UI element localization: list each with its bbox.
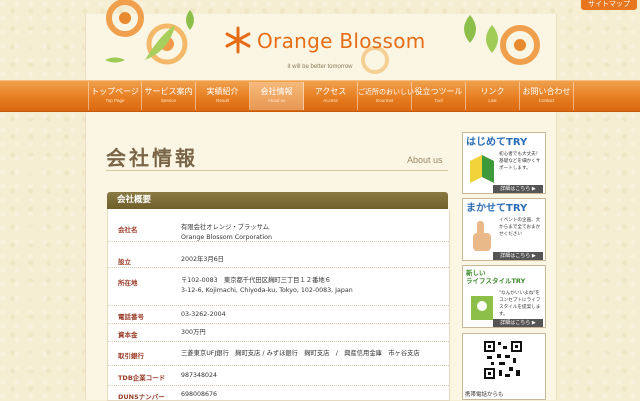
row-value: 有限会社オレンジ・ブラッサム (181, 224, 270, 231)
main-nav: トップページ Top Page サービス案内 Service 実績紹介 Result … (88, 82, 574, 110)
row-label: 資本金 (118, 331, 138, 339)
row-label: 設立 (118, 258, 131, 266)
row-value: 2002年3月6日 (181, 256, 224, 263)
table-row: DUNSナンバー 698008676 (108, 385, 449, 401)
logo-asterisk-icon (225, 26, 251, 54)
row-value: 〒102-0083 東京都千代田区麹町三丁目１２番地６ (181, 277, 331, 284)
row-value: 三菱東京UFJ銀行 麹町支店 / みずほ銀行 麹町支店 / 興産信用金庫 市ヶ谷… (181, 350, 420, 357)
table-row: 資本金 300万円 (108, 323, 449, 342)
banner-title-line2: ライフスタイルTRY (466, 277, 526, 285)
nav-item-label: アクセス (314, 87, 347, 96)
page-title: 会社情報 (106, 146, 198, 170)
row-label: 所在地 (118, 279, 138, 287)
row-value: 987348024 (181, 372, 218, 379)
banner-description: 初心者でも大丈夫！基礎などを細かくサポートします。 (499, 152, 541, 171)
qr-caption: 携帯電話からも (465, 392, 504, 398)
table-row: 会社名 有限会社オレンジ・ブラッサム Orange Blossom Corpor… (108, 209, 449, 242)
nav-item-label: 会社情報 (260, 87, 293, 96)
nav-item-label: お問い合わせ (522, 87, 571, 96)
banner-detail-button[interactable]: 詳細はこちら ▶ (493, 185, 543, 193)
nav-item-label: リンク (480, 87, 505, 96)
row-label: 取引銀行 (118, 352, 144, 360)
nav-item-sublabel: Top Page (105, 98, 125, 103)
qr-code-icon (483, 340, 523, 380)
table-row: 取引銀行 三菱東京UFJ銀行 麹町支店 / みずほ銀行 麹町支店 / 興産信用金… (108, 341, 449, 366)
nav-item-link[interactable]: リンク Link (466, 82, 520, 110)
beginner-mark-icon (470, 155, 494, 183)
row-value: 300万円 (181, 329, 206, 336)
banner-detail-button[interactable]: 詳細はこちら ▶ (493, 319, 543, 327)
banner-title: はじめてTRY (466, 137, 528, 148)
nav-item-sublabel: Tool (434, 98, 443, 103)
banner-title: 新しい ライフスタイルTRY (466, 269, 542, 285)
banner-title-line1: 新しい (466, 269, 486, 277)
row-value-sub: Orange Blossom Corporation (181, 234, 272, 241)
nav-item-result[interactable]: 実績紹介 Result (196, 82, 250, 110)
banner-detail-button[interactable]: 詳細はこちら ▶ (493, 252, 543, 260)
title-divider (106, 170, 448, 171)
nav-item-sublabel: Service (160, 98, 176, 103)
row-label: TDB企業コード (118, 374, 166, 382)
banner-lifestyle-try[interactable]: 新しい ライフスタイルTRY "なんかいいよね"をコンセプトにライフスタイルを提… (462, 265, 546, 328)
banner-makasete-try[interactable]: まかせてTRY イベントの企画、大からまで全ておまかせください 詳細はこちら ▶ (462, 198, 546, 261)
logo-text[interactable]: Orange Blossom (257, 29, 426, 53)
nav-item-tool[interactable]: 役立つツール Tool (412, 82, 466, 110)
nav-item-service[interactable]: サービス案内 Service (142, 82, 196, 110)
table-row: 電話番号 03-3262-2004 (108, 305, 449, 324)
nav-item-sublabel: Link (488, 98, 497, 103)
row-label: 会社名 (118, 226, 138, 234)
nav-item-label: ご近所のおいしい (358, 88, 414, 96)
nav-item-sublabel: About us (267, 98, 286, 103)
row-value-sub: 3-12-6, Kojimachi, Chiyoda-ku, Tokyo, 10… (181, 287, 353, 294)
row-value: 698008676 (181, 391, 218, 398)
banner-hajimete-try[interactable]: はじめてTRY 初心者でも大丈夫！基礎などを細かくサポートします。 詳細はこちら… (462, 132, 546, 194)
nav-item-about[interactable]: 会社情報 About us (250, 82, 304, 110)
sitemap-label: サイトマップ (588, 1, 630, 8)
nav-item-sublabel: Result (216, 98, 229, 103)
nav-item-label: 役立つツール (414, 87, 463, 96)
sitemap-button[interactable]: サイトマップ (581, 0, 637, 10)
nav-item-contact[interactable]: お問い合わせ Contact (520, 82, 574, 110)
row-label: 電話番号 (118, 313, 144, 321)
row-value: 03-3262-2004 (181, 311, 226, 318)
leaf-decoration-icon (145, 25, 175, 60)
table-row: TDB企業コード 987348024 (108, 365, 449, 386)
nav-item-label: サービス案内 (144, 87, 193, 96)
nav-item-sublabel: Gourmet (375, 98, 394, 103)
nav-item-sublabel: Access (323, 98, 338, 103)
nav-item-gourmet[interactable]: ご近所のおいしい Gourmet (358, 82, 414, 110)
thumbs-up-icon (473, 221, 491, 251)
page-title-en: About us (407, 155, 443, 165)
nav-item-access[interactable]: アクセス Access (304, 82, 358, 110)
nav-item-label: 実績紹介 (206, 87, 239, 96)
nav-item-label: トップページ (91, 87, 139, 96)
company-info-table: 会社名 有限会社オレンジ・ブラッサム Orange Blossom Corpor… (107, 209, 450, 401)
banner-description: イベントの企画、大からまで全ておまかせください (499, 218, 541, 237)
nav-item-sublabel: Contact (538, 98, 555, 103)
banner-title: まかせてTRY (466, 203, 528, 214)
tagline: it will be better tomorrow (287, 64, 353, 70)
banner-description: "なんかいいよね"をコンセプトにライフスタイルを提案します。 (499, 291, 541, 317)
table-row: 設立 2002年3月6日 (108, 249, 449, 268)
section-header: 会社概要 (107, 192, 448, 209)
nav-item-top[interactable]: トップページ Top Page (88, 82, 142, 110)
table-row: 所在地 〒102-0083 東京都千代田区麹町三丁目１２番地６ 3-12-6, … (108, 267, 449, 306)
